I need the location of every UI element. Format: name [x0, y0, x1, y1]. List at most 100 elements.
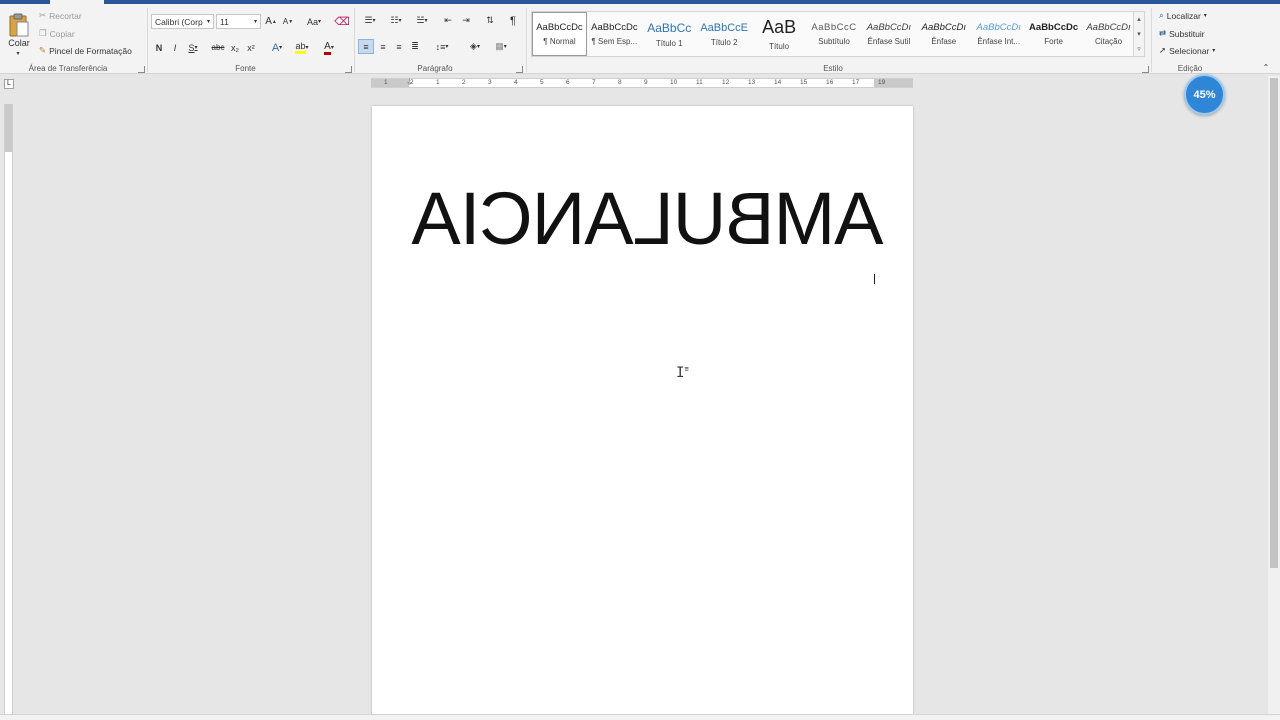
pilcrow-icon: ¶: [510, 14, 516, 27]
line-spacing-button[interactable]: ↕≡ ▾: [431, 39, 453, 54]
borders-button[interactable]: ▦ ▾: [489, 39, 513, 54]
style-strong[interactable]: AaBbCcDc Forte: [1026, 12, 1081, 56]
ruler-number: 14: [774, 79, 782, 86]
font-launcher[interactable]: [345, 66, 352, 73]
highlight-button[interactable]: ab ▾: [292, 40, 312, 55]
copy-button[interactable]: ❐ Copiar: [39, 28, 75, 39]
style-intense-emphasis[interactable]: AaBbCcDı Ênfase Int...: [971, 12, 1026, 56]
paste-label: Colar: [8, 38, 30, 48]
styles-launcher[interactable]: [1142, 66, 1149, 73]
brush-icon: ✎: [39, 45, 47, 55]
bold-button[interactable]: N: [153, 40, 165, 55]
line-spacing-icon: ↕≡: [435, 41, 446, 52]
style-sample: AaBbCcE: [700, 21, 749, 34]
style-sample: AaBbCcC: [811, 22, 857, 33]
superscript-button[interactable]: x²: [244, 40, 258, 55]
find-label: Localizar: [1166, 10, 1201, 21]
font-color-icon: A: [324, 41, 331, 55]
font-name-combo[interactable]: Calibri (Corp ▾: [151, 14, 214, 29]
document-page[interactable]: AMBULANCIA I≡: [372, 106, 913, 720]
change-case-button[interactable]: Aa ▾: [303, 14, 325, 29]
sort-button[interactable]: ⇅: [483, 13, 497, 28]
ruler-number: 17: [852, 79, 860, 86]
underline-button[interactable]: S ▾: [185, 40, 201, 55]
styles-scroll[interactable]: ▴ ▾ ▿: [1133, 11, 1145, 57]
horizontal-ruler[interactable]: 1 2 1 2 3 4 5 6 7 8 9 10 11 12 13 14 15 16 17 19 ⏚: [371, 78, 913, 88]
indent-marker[interactable]: ⏚: [406, 77, 413, 87]
style-label: ¶ Normal: [543, 37, 576, 46]
paragraph-group-label: Parágrafo: [417, 64, 453, 73]
style-subtle-emphasis[interactable]: AaBbCcDı Ênfase Sutil: [861, 12, 916, 56]
numbering-button[interactable]: ☷ ▾: [385, 13, 407, 28]
style-subtitle[interactable]: AaBbCcC Subtítulo: [807, 12, 862, 56]
style-label: ¶ Sem Esp...: [591, 37, 638, 46]
ruler-number: 8: [618, 79, 622, 86]
text-effects-button[interactable]: A ▾: [268, 40, 286, 55]
shrink-font-button[interactable]: A ▼: [282, 14, 294, 29]
chevron-down-icon[interactable]: ▾: [1137, 30, 1141, 38]
bullets-icon: ☰: [364, 15, 373, 25]
subscript-label: x₂: [231, 42, 239, 53]
align-left-button[interactable]: ≡: [358, 39, 374, 54]
shading-button[interactable]: ◈ ▾: [464, 39, 486, 54]
align-right-button[interactable]: ≡: [392, 39, 406, 54]
style-sample: AaBbCcDı: [866, 22, 912, 33]
paragraph-launcher[interactable]: [516, 66, 523, 73]
chevron-up-icon[interactable]: ▴: [1137, 15, 1141, 23]
vertical-ruler[interactable]: [4, 104, 13, 720]
clear-formatting-icon[interactable]: ⌫: [334, 14, 350, 29]
increase-indent-button[interactable]: ⇥: [459, 13, 473, 28]
style-sample: AaBbCc: [647, 20, 692, 35]
sort-icon: ⇅: [486, 15, 494, 25]
scrollbar-thumb[interactable]: [1270, 78, 1278, 568]
justify-button[interactable]: ≣: [408, 39, 422, 54]
grow-font-button[interactable]: A ▲: [265, 14, 277, 29]
clipboard-group-label: Área de Transferência: [28, 64, 108, 73]
strikethrough-button[interactable]: abc: [209, 40, 227, 55]
font-name-value: Calibri (Corp: [155, 16, 203, 27]
bullets-button[interactable]: ☰ ▾: [359, 13, 381, 28]
font-size-combo[interactable]: 11 ▾: [216, 14, 261, 29]
tab-selector[interactable]: L: [4, 79, 14, 89]
justify-icon: ≣: [411, 41, 419, 51]
style-title[interactable]: AaB Título: [752, 12, 807, 56]
ruler-number: 12: [722, 79, 730, 86]
vertical-scrollbar[interactable]: [1268, 76, 1280, 720]
style-heading-2[interactable]: AaBbCcE Título 2: [697, 12, 752, 56]
replace-button[interactable]: ⇄ Substituir: [1159, 28, 1205, 39]
paste-button[interactable]: Colar: [6, 37, 32, 49]
group-separator: [354, 8, 355, 72]
format-painter-button[interactable]: ✎ Pincel de Formatação: [39, 45, 132, 56]
cursor-icon: ➚: [1159, 45, 1167, 55]
more-styles-icon[interactable]: ▿: [1137, 45, 1141, 53]
chevron-down-icon: ▾: [206, 19, 210, 25]
style-label: Citação: [1094, 37, 1123, 46]
select-button[interactable]: ➚ Selecionar ▾: [1159, 45, 1215, 56]
paste-icon[interactable]: [8, 12, 30, 38]
style-label: Forte: [1044, 37, 1063, 46]
show-marks-button[interactable]: ¶: [506, 13, 520, 28]
cut-button[interactable]: ✂ Recortar: [39, 10, 82, 21]
style-quote[interactable]: AaBbCcDı Citação: [1081, 12, 1136, 56]
clipboard-launcher[interactable]: [138, 66, 145, 73]
style-emphasis[interactable]: AaBbCcDı Ênfase: [916, 12, 971, 56]
decrease-indent-button[interactable]: ⇤: [441, 13, 455, 28]
find-button[interactable]: ⌕ Localizar ▾: [1159, 10, 1207, 21]
font-color-button[interactable]: A ▾: [318, 40, 340, 55]
style-normal[interactable]: AaBbCcDc ¶ Normal: [532, 12, 587, 56]
collapse-ribbon-icon[interactable]: ⌃: [1260, 62, 1272, 72]
style-no-spacing[interactable]: AaBbCcDc ¶ Sem Esp...: [587, 12, 642, 56]
align-center-button[interactable]: ≡: [376, 39, 390, 54]
paste-dropdown-arrow[interactable]: ▾: [14, 49, 22, 57]
align-right-icon: ≡: [396, 41, 402, 52]
subscript-button[interactable]: x₂: [228, 40, 242, 55]
tab-selector-label: L: [7, 80, 11, 87]
italic-button[interactable]: I: [169, 40, 181, 55]
styles-group-label: Estilo: [823, 64, 843, 73]
group-separator: [1151, 8, 1152, 72]
chevron-down-icon: ▾: [1212, 48, 1216, 54]
style-heading-1[interactable]: AaBbCc Título 1: [642, 12, 697, 56]
mirrored-heading[interactable]: AMBULANCIA: [412, 177, 883, 260]
format-painter-label: Pincel de Formatação: [49, 45, 132, 56]
multilevel-list-button[interactable]: ☱ ▾: [411, 13, 433, 28]
